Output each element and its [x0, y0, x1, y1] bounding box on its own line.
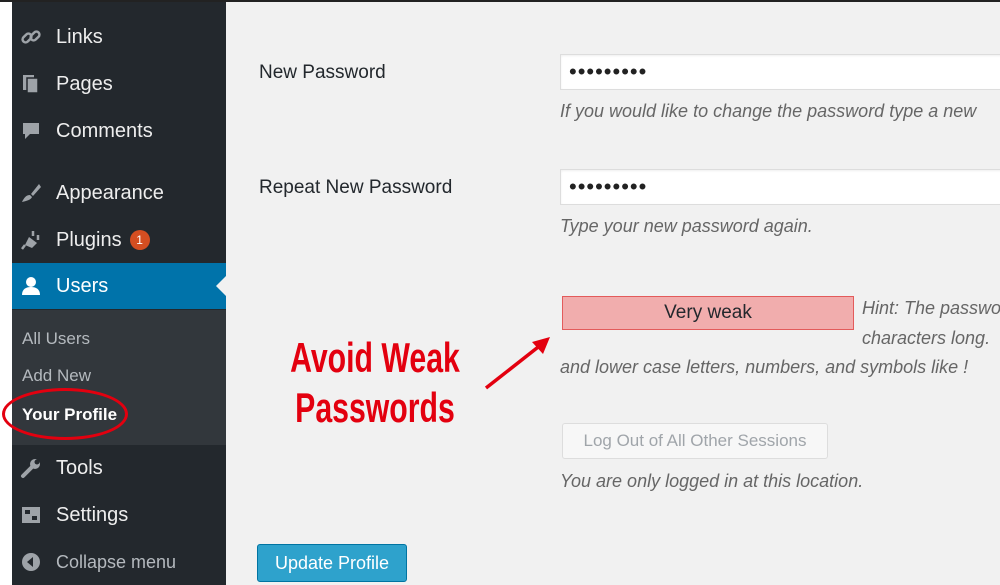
- screenshot-border: [0, 0, 1000, 585]
